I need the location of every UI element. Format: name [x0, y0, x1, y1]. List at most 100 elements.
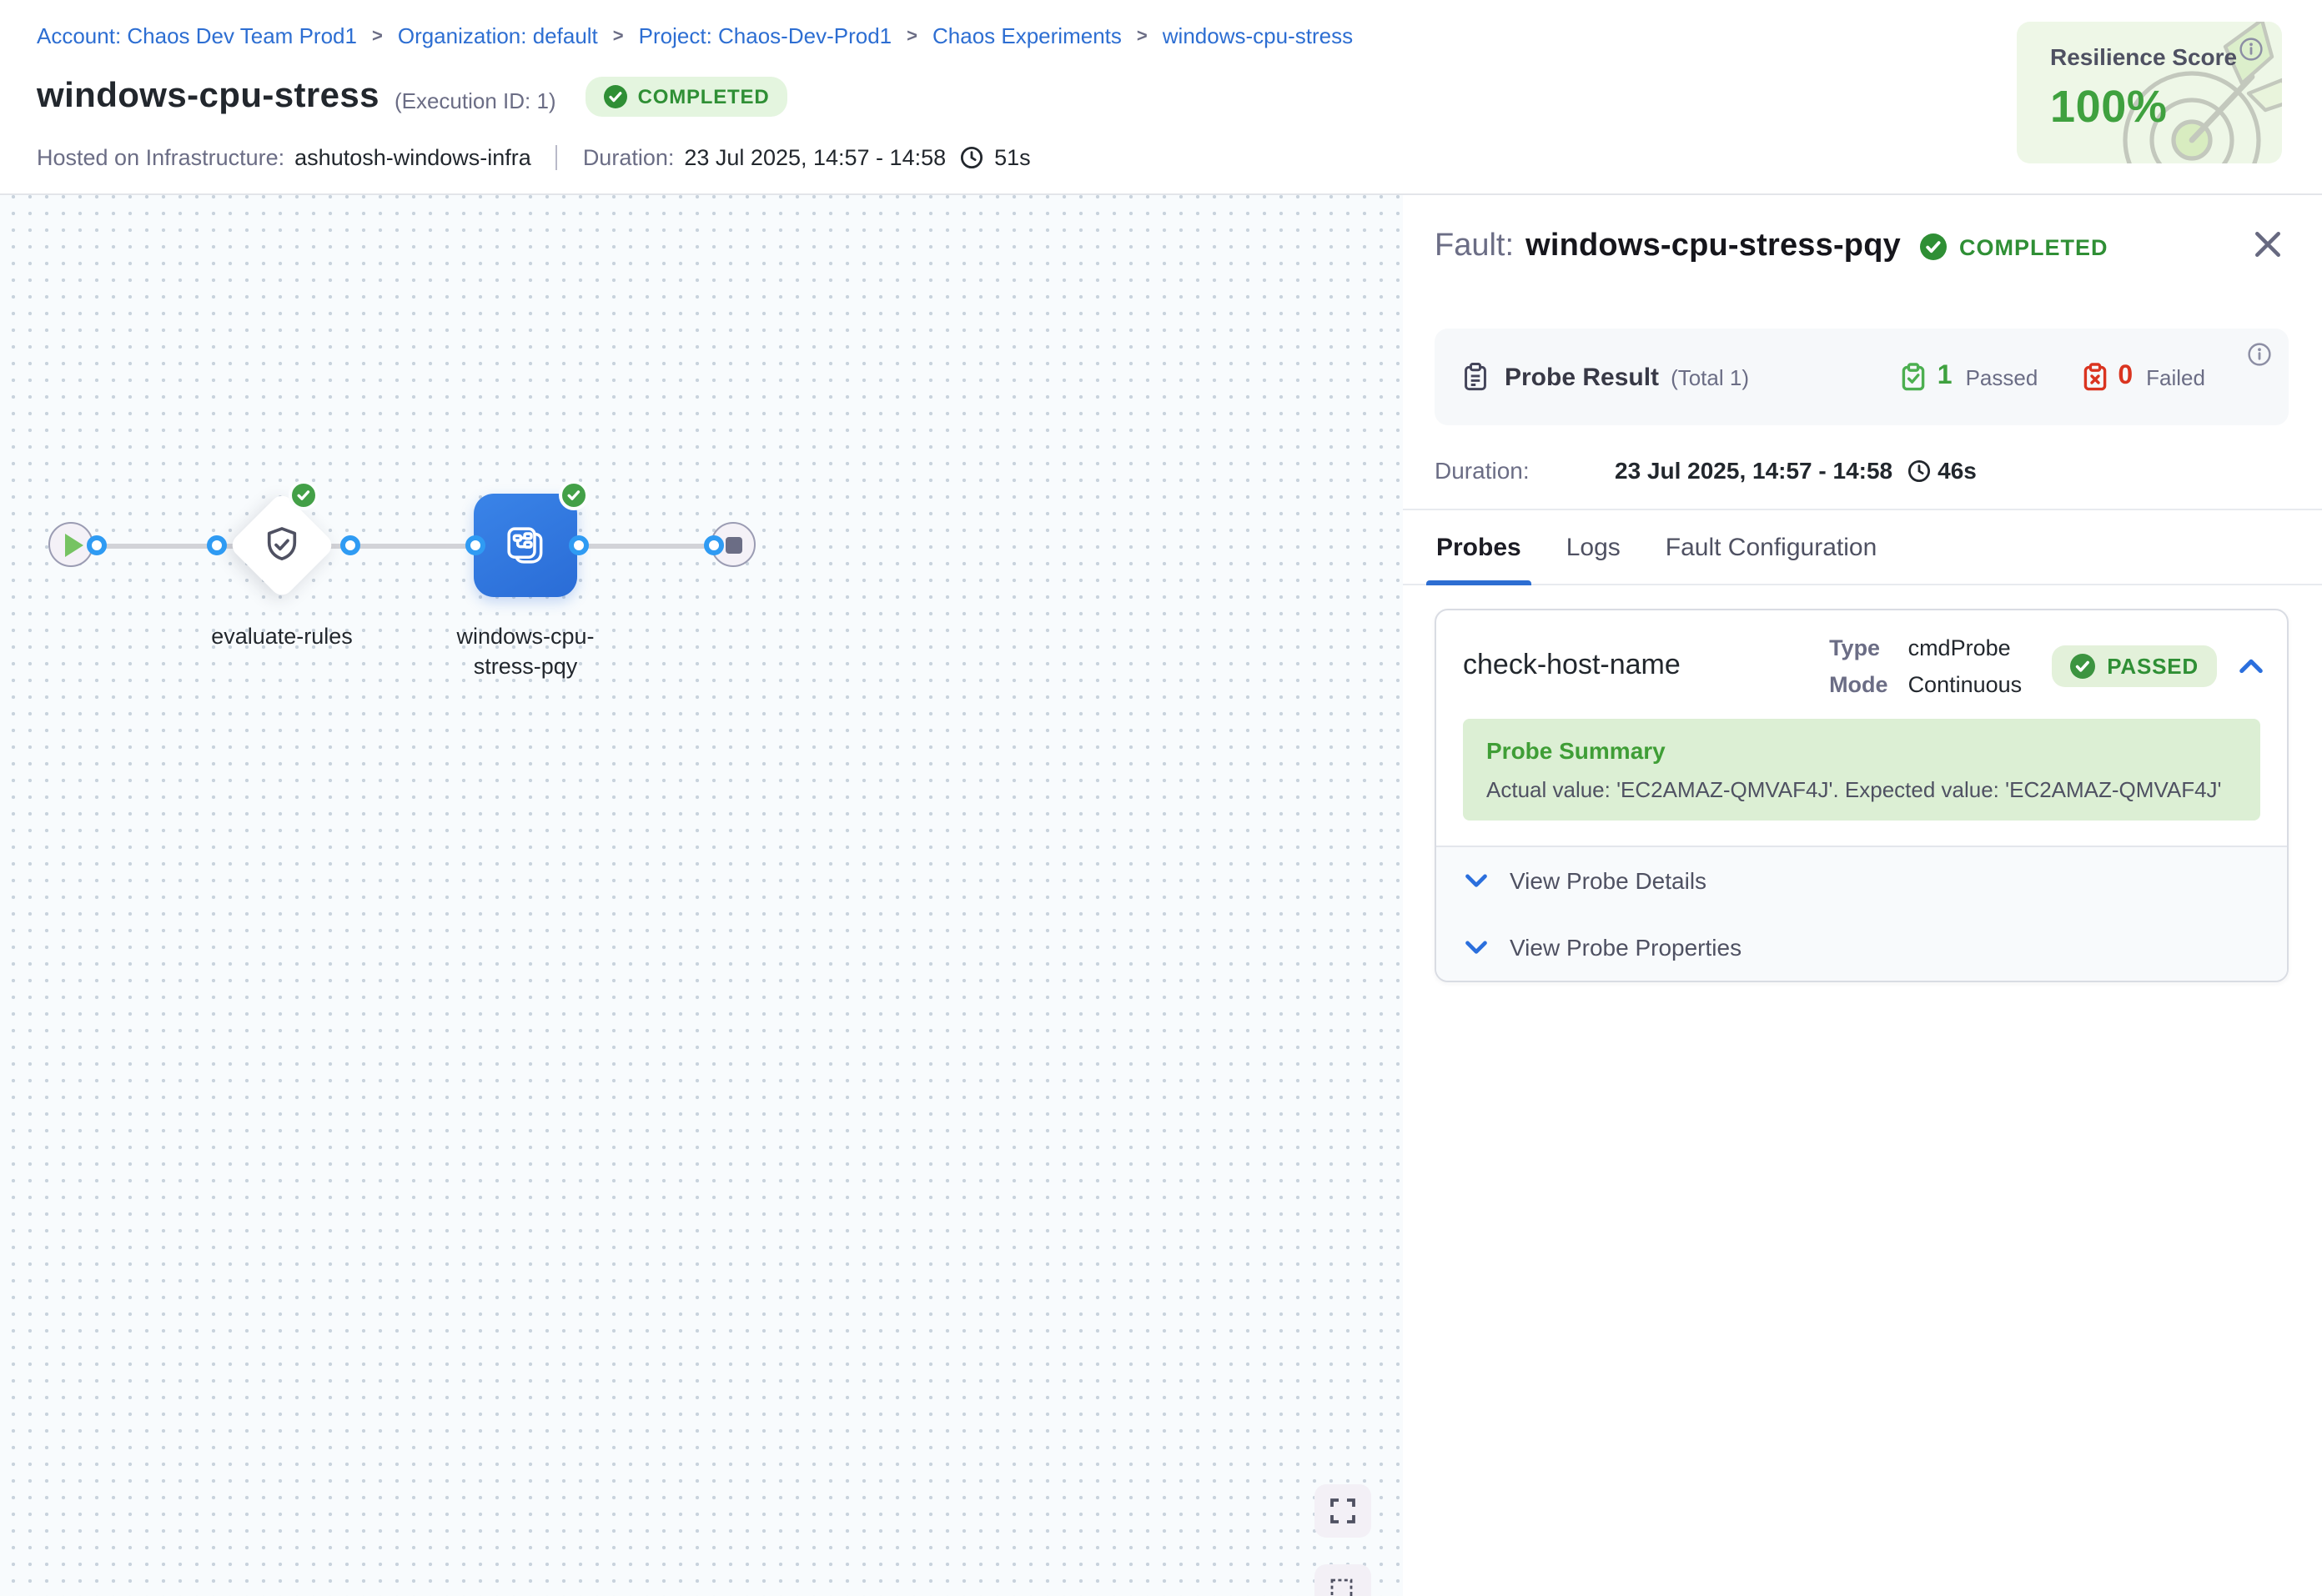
hosted-label: Hosted on Infrastructure: [37, 145, 284, 170]
collapse-probe-button[interactable] [2239, 655, 2264, 675]
chevron-down-icon [1465, 938, 1488, 956]
probe-card-footer: View Probe Details View Probe Properties [1436, 846, 2287, 981]
probe-card-check-host-name: check-host-name Type cmdProbe Mode Conti… [1435, 609, 2289, 982]
breadcrumb-chaos-experiments[interactable]: Chaos Experiments [932, 23, 1122, 48]
probe-summary-text: Actual value: 'EC2AMAZ-QMVAF4J'. Expecte… [1486, 777, 2237, 802]
breadcrumb-project[interactable]: Project: Chaos-Dev-Prod1 [639, 23, 892, 48]
fault-details-panel: Fault: windows-cpu-stress-pqy COMPLETED … [1403, 195, 2322, 1596]
node-label-windows-cpu-stress-pqy: windows-cpu-stress-pqy [434, 622, 617, 682]
resilience-score-value: 100% [2050, 82, 2168, 133]
connector-port [86, 535, 106, 555]
passed-count: 1 [1938, 362, 1953, 392]
breadcrumb-separator: > [372, 26, 383, 46]
probe-type-value: cmdProbe [1908, 635, 2023, 660]
info-icon[interactable] [2239, 37, 2264, 70]
probe-summary: Probe Summary Actual value: 'EC2AMAZ-QMV… [1463, 719, 2260, 821]
connector-port [206, 535, 226, 555]
probe-mode-label: Mode [1829, 671, 1888, 696]
play-icon [65, 533, 83, 556]
probe-result-counts: 1 Passed 0 Failed [1901, 362, 2205, 392]
view-probe-properties-label: View Probe Properties [1510, 934, 1742, 961]
info-icon[interactable] [2247, 342, 2272, 375]
chaos-fault-icon [502, 522, 549, 569]
header-meta: Hosted on Infrastructure: ashutosh-windo… [37, 145, 1031, 170]
breadcrumb-separator: > [907, 26, 917, 46]
check-circle-icon [1921, 233, 1948, 260]
passed-label: Passed [1966, 364, 2038, 389]
shield-check-icon [262, 525, 302, 565]
close-panel-button[interactable] [2254, 230, 2282, 258]
tab-probes[interactable]: Probes [1426, 510, 1531, 584]
probe-result-total: (Total 1) [1671, 364, 1749, 389]
hosted-value: ashutosh-windows-infra [294, 145, 531, 170]
node-label-evaluate-rules: evaluate-rules [173, 622, 390, 652]
fault-header: Fault: windows-cpu-stress-pqy COMPLETED [1435, 225, 2289, 269]
chevron-down-icon [1465, 871, 1488, 890]
probe-result-title: Probe Result [1505, 363, 1659, 391]
connector-port [703, 535, 723, 555]
connector-line [72, 544, 734, 548]
clipboard-check-icon [1901, 362, 1927, 392]
title-row: windows-cpu-stress (Execution ID: 1) COM… [37, 77, 787, 117]
probe-meta: Type cmdProbe Mode Continuous [1829, 635, 2022, 696]
fullscreen-button[interactable] [1314, 1484, 1371, 1538]
pipeline-canvas[interactable]: evaluate-rules windows-cpu-stress-pqy [0, 195, 1403, 1596]
panel-duration-elapsed: 46s [1938, 457, 1977, 484]
close-icon [2254, 230, 2282, 258]
stop-icon [725, 536, 741, 553]
success-check-icon [289, 480, 319, 510]
marquee-select-button[interactable] [1314, 1564, 1371, 1596]
resilience-score-card: Resilience Score 100% [2017, 22, 2282, 163]
breadcrumb-current[interactable]: windows-cpu-stress [1163, 23, 1353, 48]
page-header: Account: Chaos Dev Team Prod1 > Organiza… [0, 0, 2322, 195]
panel-duration-value: 23 Jul 2025, 14:57 - 14:58 [1615, 457, 1892, 484]
connector-port [339, 535, 359, 555]
check-circle-icon [605, 85, 628, 108]
execution-id: (Execution ID: 1) [395, 88, 556, 113]
page-title: windows-cpu-stress [37, 77, 379, 117]
breadcrumb-account[interactable]: Account: Chaos Dev Team Prod1 [37, 23, 357, 48]
clock-icon [959, 145, 984, 170]
probe-name: check-host-name [1463, 649, 1829, 682]
marquee-select-icon [1329, 1577, 1357, 1596]
chaos-experiment-page: Account: Chaos Dev Team Prod1 > Organiza… [0, 0, 2322, 1596]
connector-port [568, 535, 588, 555]
panel-tabs: Probes Logs Fault Configuration [1403, 509, 2322, 585]
clipboard-x-icon [2081, 362, 2108, 392]
status-badge-label: COMPLETED [638, 85, 770, 108]
probe-status-badge: PASSED [2052, 645, 2217, 686]
check-circle-icon [2070, 653, 2095, 678]
probe-summary-title: Probe Summary [1486, 737, 2237, 764]
failed-group: 0 Failed [2081, 362, 2205, 392]
fault-label: Fault: [1435, 228, 1514, 265]
connector-port [465, 535, 485, 555]
probe-mode-value: Continuous [1908, 671, 2023, 696]
fault-name: windows-cpu-stress-pqy [1525, 228, 1901, 265]
fault-status-label: COMPLETED [1959, 234, 2108, 259]
divider [556, 145, 558, 170]
status-badge: COMPLETED [586, 77, 788, 117]
view-probe-properties-toggle[interactable]: View Probe Properties [1436, 914, 2287, 981]
duration-elapsed: 51s [994, 145, 1031, 170]
fault-node-windows-cpu-stress[interactable] [474, 494, 577, 597]
resilience-score-title: Resilience Score [2050, 43, 2237, 70]
breadcrumb-separator: > [613, 26, 624, 46]
breadcrumb-organization[interactable]: Organization: default [398, 23, 598, 48]
probe-type-label: Type [1829, 635, 1888, 660]
duration-label: Duration: [583, 145, 675, 170]
fault-status: COMPLETED [1921, 233, 2108, 260]
clipboard-icon [1461, 362, 1490, 392]
failed-count: 0 [2118, 362, 2133, 392]
view-probe-details-toggle[interactable]: View Probe Details [1436, 847, 2287, 914]
tab-logs[interactable]: Logs [1556, 510, 1631, 584]
panel-duration-label: Duration: [1435, 457, 1615, 484]
view-probe-details-label: View Probe Details [1510, 867, 1706, 894]
probe-status-label: PASSED [2107, 653, 2199, 678]
fullscreen-icon [1329, 1498, 1356, 1524]
tab-fault-configuration[interactable]: Fault Configuration [1656, 510, 1887, 584]
breadcrumb-separator: > [1137, 26, 1148, 46]
success-check-icon [559, 480, 589, 510]
clock-icon [1906, 458, 1931, 483]
panel-duration: Duration: 23 Jul 2025, 14:57 - 14:58 46s [1435, 454, 2289, 487]
failed-label: Failed [2146, 364, 2205, 389]
